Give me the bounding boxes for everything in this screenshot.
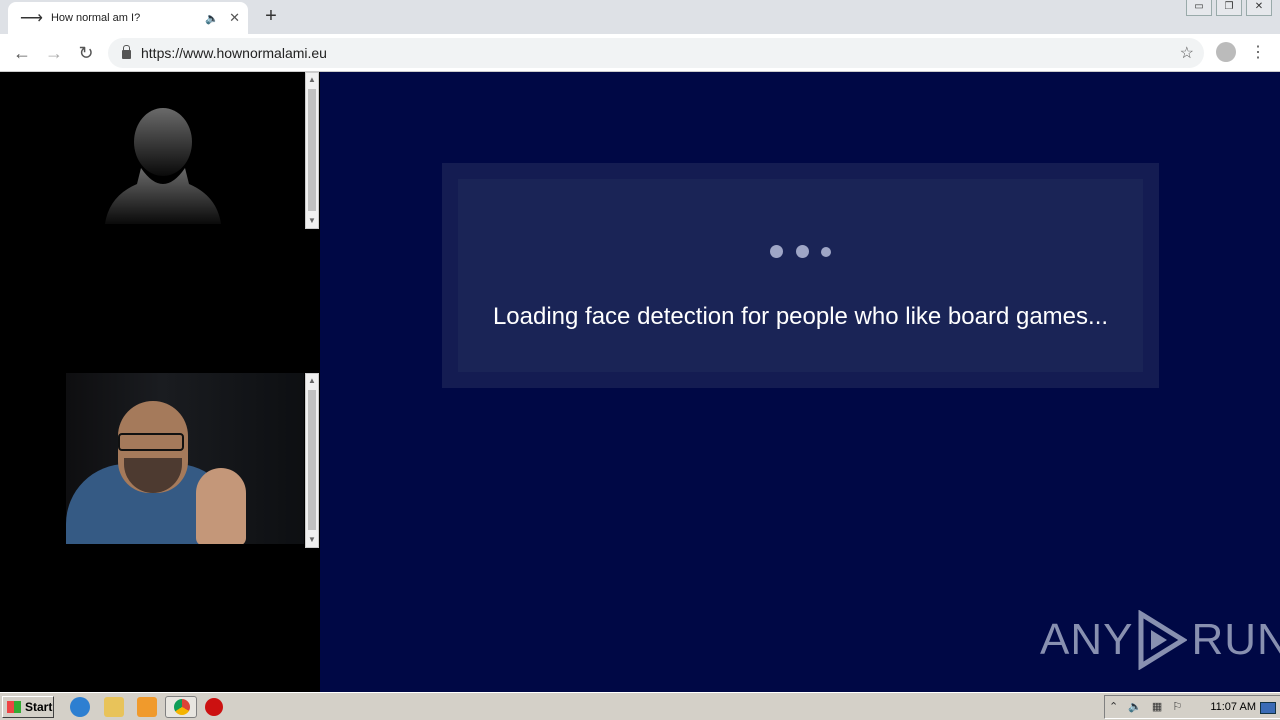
opera-icon[interactable] xyxy=(205,698,223,716)
loading-dot xyxy=(795,245,809,259)
expand-tray-icon[interactable]: ⌃ xyxy=(1109,700,1118,713)
bookmark-star-icon[interactable]: ☆ xyxy=(1180,43,1194,63)
tab-strip: ⟶ How normal am I? 🔈 ✕ + ▭ ❐ ✕ xyxy=(0,0,1280,34)
scroll-thumb[interactable] xyxy=(308,390,316,530)
close-tab-button[interactable]: ✕ xyxy=(229,10,240,26)
new-tab-button[interactable]: + xyxy=(260,5,282,27)
action-center-flag-icon[interactable]: ⚐ xyxy=(1172,700,1182,713)
minimize-button[interactable]: ▭ xyxy=(1186,0,1212,16)
scroll-up-arrow-icon[interactable]: ▲ xyxy=(306,374,318,388)
play-logo-icon xyxy=(1138,610,1188,670)
video-glasses xyxy=(118,433,184,451)
media-player-icon[interactable] xyxy=(137,697,157,717)
forward-button[interactable]: → xyxy=(42,42,66,64)
explorer-icon[interactable] xyxy=(104,697,124,717)
profile-avatar-icon[interactable] xyxy=(1216,42,1236,62)
scroll-down-arrow-icon[interactable]: ▼ xyxy=(306,214,318,228)
back-button[interactable]: ← xyxy=(10,42,34,64)
menu-kebab-icon[interactable]: ⋮ xyxy=(1250,42,1266,64)
loading-card-inner: Loading face detection for people who li… xyxy=(458,179,1143,372)
show-desktop-icon[interactable] xyxy=(1260,702,1276,714)
loading-card: Loading face detection for people who li… xyxy=(442,163,1159,388)
video-hand xyxy=(196,468,246,544)
close-window-button[interactable]: ✕ xyxy=(1246,0,1272,16)
window-controls: ▭ ❐ ✕ xyxy=(1186,0,1272,16)
scrollbar-bottom[interactable]: ▲ ▼ xyxy=(305,373,319,548)
windows-flag-icon xyxy=(7,701,21,713)
main-content: Loading face detection for people who li… xyxy=(320,72,1280,692)
user-silhouette-icon xyxy=(105,108,221,224)
webcam-video[interactable] xyxy=(66,373,304,544)
restore-button[interactable]: ❐ xyxy=(1216,0,1242,16)
reload-button[interactable]: ↻ xyxy=(74,42,98,64)
chrome-taskbar-button[interactable] xyxy=(165,696,197,718)
browser-toolbar: ← → ↻ https://www.hownormalami.eu ☆ ⋮ xyxy=(0,34,1280,72)
tray-icons: ⌃ 🔈 ▦ ⚐ xyxy=(1109,700,1182,713)
system-tray: ⌃ 🔈 ▦ ⚐ 11:07 AM xyxy=(1104,695,1280,719)
loading-dot xyxy=(770,245,784,259)
scroll-thumb[interactable] xyxy=(308,89,316,211)
start-button[interactable]: Start xyxy=(2,696,54,718)
loading-message: Loading face detection for people who li… xyxy=(492,303,1109,330)
taskbar: Start ⌃ 🔈 ▦ ⚐ 11:07 AM xyxy=(0,692,1280,720)
loading-dot xyxy=(820,246,831,257)
clock[interactable]: 11:07 AM xyxy=(1210,701,1256,713)
chrome-icon xyxy=(174,699,190,715)
watermark-right-text: RUN xyxy=(1191,615,1280,664)
anyrun-watermark: ANY RUN xyxy=(1040,610,1280,670)
network-icon[interactable]: ▦ xyxy=(1152,700,1162,713)
loading-spinner xyxy=(458,243,1143,261)
address-bar[interactable]: https://www.hownormalami.eu ☆ xyxy=(108,38,1204,68)
url-text[interactable]: https://www.hownormalami.eu xyxy=(141,45,1180,61)
lock-icon xyxy=(122,45,131,59)
watermark-left-text: ANY xyxy=(1040,615,1134,664)
ie-icon[interactable] xyxy=(70,697,90,717)
browser-tab[interactable]: ⟶ How normal am I? 🔈 ✕ xyxy=(8,2,248,34)
volume-icon[interactable]: 🔈 xyxy=(1128,700,1142,713)
scroll-up-arrow-icon[interactable]: ▲ xyxy=(306,73,318,87)
speaker-icon[interactable]: 🔈 xyxy=(205,12,219,25)
start-label: Start xyxy=(25,700,53,714)
scrollbar-top[interactable]: ▲ ▼ xyxy=(305,72,319,229)
arrow-right-icon: ⟶ xyxy=(20,10,43,27)
scroll-down-arrow-icon[interactable]: ▼ xyxy=(306,533,318,547)
left-panel: ▲ ▼ ▲ ▼ xyxy=(0,72,320,692)
tab-title: How normal am I? xyxy=(50,12,141,24)
